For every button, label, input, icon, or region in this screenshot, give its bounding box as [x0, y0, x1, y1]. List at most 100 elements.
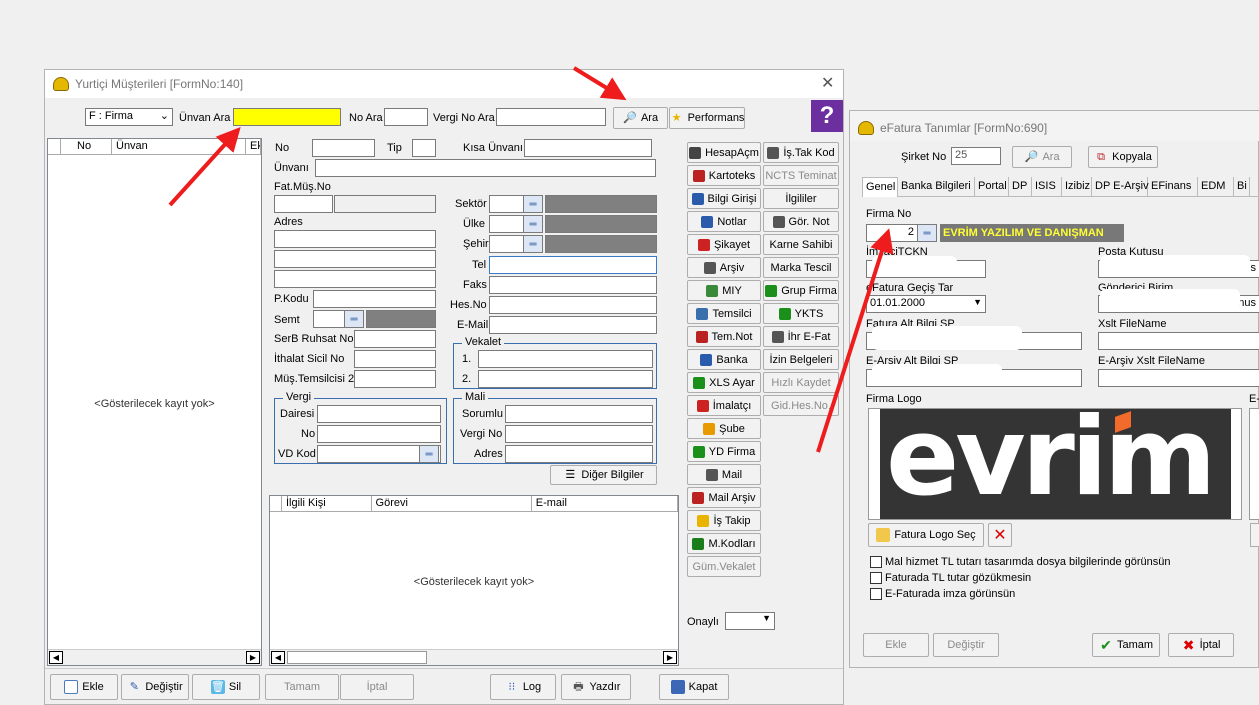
- side-button-14[interactable]: Mail: [687, 464, 761, 485]
- tab-3[interactable]: DP: [1009, 177, 1032, 197]
- faks-field[interactable]: [489, 276, 657, 294]
- side-button-right-5[interactable]: Marka Tescil: [763, 257, 839, 278]
- serb-field[interactable]: [354, 330, 436, 348]
- email-field[interactable]: [489, 316, 657, 334]
- side-button-3[interactable]: Notlar: [687, 211, 761, 232]
- tab-5[interactable]: Izibiz: [1062, 177, 1092, 197]
- side-button-right-10[interactable]: Hızlı Kaydet: [763, 372, 839, 393]
- gecis-date-field[interactable]: 01.01.2000 ▼: [866, 295, 986, 313]
- fat-mus-no-field[interactable]: [274, 195, 333, 213]
- side-button-11[interactable]: İmalatçı: [687, 395, 761, 416]
- ekle-button-2[interactable]: Ekle: [863, 633, 929, 657]
- side-button-8[interactable]: Tem.Not: [687, 326, 761, 347]
- tab-2[interactable]: Portal: [975, 177, 1009, 197]
- mali-vergi-no-field[interactable]: [505, 425, 653, 443]
- side-button-right-9[interactable]: İzin Belgeleri: [763, 349, 839, 370]
- col-no[interactable]: No: [61, 139, 112, 154]
- tamam-button[interactable]: Tamam: [265, 674, 339, 700]
- side-button-17[interactable]: M.Kodları: [687, 533, 761, 554]
- dairesi-field[interactable]: [317, 405, 441, 423]
- adres-line-1[interactable]: [274, 230, 436, 248]
- ara-button-2[interactable]: 🔎 Ara: [1012, 146, 1072, 168]
- side-button-right-0[interactable]: İş.Tak Kod: [763, 142, 839, 163]
- tamam-button-2[interactable]: ✔ Tamam: [1092, 633, 1160, 657]
- adres-line-3[interactable]: [274, 270, 436, 288]
- side-button-9[interactable]: Banka: [687, 349, 761, 370]
- adres-line-2[interactable]: [274, 250, 436, 268]
- side-button-15[interactable]: Mail Arşiv: [687, 487, 761, 508]
- checkbox-mal-hizmet[interactable]: [870, 556, 882, 568]
- kopyala-button[interactable]: ⧉ Kopyala: [1088, 146, 1158, 168]
- kisa-unvani-field[interactable]: [524, 139, 652, 157]
- col-ek[interactable]: Ek: [246, 139, 261, 154]
- firma-no-field[interactable]: 2: [866, 224, 918, 242]
- tab-7[interactable]: EFinans: [1148, 177, 1198, 197]
- side-button-1[interactable]: Kartoteks: [687, 165, 761, 186]
- customer-list-grid[interactable]: No Ünvan Ek <Gösterilecek kayıt yok> ◀ ▶: [47, 138, 262, 666]
- firma-no-lookup-icon[interactable]: ═: [917, 224, 937, 242]
- unvan-ara-input[interactable]: [233, 108, 341, 126]
- scroll-left-icon[interactable]: ◀: [49, 651, 63, 664]
- sehir-lookup-icon[interactable]: ═: [523, 235, 543, 253]
- help-icon[interactable]: ?: [811, 100, 843, 132]
- filter-select[interactable]: F : Firma ⌄: [85, 108, 173, 126]
- logo-clear-button[interactable]: ✕: [988, 523, 1012, 547]
- scroll-thumb[interactable]: [287, 651, 427, 664]
- side-button-10[interactable]: XLS Ayar: [687, 372, 761, 393]
- ulke-field[interactable]: [489, 215, 527, 233]
- xslt-field[interactable]: [1098, 332, 1259, 350]
- no-field[interactable]: [312, 139, 375, 157]
- earsiv-xslt-field[interactable]: [1098, 369, 1259, 387]
- mali-adres-field[interactable]: [505, 445, 653, 463]
- side-button-right-11[interactable]: Gid.Hes.No.: [763, 395, 839, 416]
- tab-0[interactable]: Genel: [862, 177, 898, 197]
- side-button-right-6[interactable]: Grup Firma: [763, 280, 839, 301]
- vekalet-2-field[interactable]: [478, 370, 653, 388]
- col-gorevi[interactable]: Görevi: [372, 496, 532, 511]
- tab-8[interactable]: EDM: [1198, 177, 1234, 197]
- side-button-6[interactable]: MIY: [687, 280, 761, 301]
- side-button-12[interactable]: Şube: [687, 418, 761, 439]
- degistir-button-2[interactable]: Değiştir: [933, 633, 999, 657]
- side-button-4[interactable]: Şikayet: [687, 234, 761, 255]
- kapat-button[interactable]: Kapat: [659, 674, 729, 700]
- tab-1[interactable]: Banka Bilgileri: [898, 177, 975, 197]
- side-button-13[interactable]: YD Firma: [687, 441, 761, 462]
- tip-field[interactable]: [412, 139, 436, 157]
- onayli-select[interactable]: ▼: [725, 612, 775, 630]
- unvani-field[interactable]: [315, 159, 656, 177]
- hes-no-field[interactable]: [489, 296, 657, 314]
- col-ilgili-kisi[interactable]: İlgili Kişi: [282, 496, 372, 511]
- yazdir-button[interactable]: 🖶 Yazdır: [561, 674, 631, 700]
- side-button-right-1[interactable]: NCTS Teminat: [763, 165, 839, 186]
- horizontal-scrollbar[interactable]: ◀ ▶: [48, 649, 261, 665]
- pkodu-field[interactable]: [313, 290, 436, 308]
- vekalet-1-field[interactable]: [478, 350, 653, 368]
- sektor-lookup-icon[interactable]: ═: [523, 195, 543, 213]
- scroll-right-icon[interactable]: ▶: [663, 651, 677, 664]
- iptal-button-2[interactable]: ✖ İptal: [1168, 633, 1234, 657]
- close-icon[interactable]: ✕: [821, 73, 834, 93]
- side-button-2[interactable]: Bilgi Girişi: [687, 188, 761, 209]
- sehir-field[interactable]: [489, 235, 527, 253]
- side-button-right-3[interactable]: Gör. Not: [763, 211, 839, 232]
- no-ara-input[interactable]: [384, 108, 428, 126]
- col-email[interactable]: E-mail: [532, 496, 678, 511]
- side-button-right-7[interactable]: YKTS: [763, 303, 839, 324]
- col-unvan[interactable]: Ünvan: [112, 139, 246, 154]
- vergi-no-ara-input[interactable]: [496, 108, 606, 126]
- sektor-field[interactable]: [489, 195, 527, 213]
- checkbox-tl-tutar[interactable]: [870, 572, 882, 584]
- tab-6[interactable]: DP E-Arşiv: [1092, 177, 1149, 197]
- scroll-right-icon[interactable]: ▶: [246, 651, 260, 664]
- iptal-button[interactable]: İptal: [340, 674, 414, 700]
- ekle-button[interactable]: Ekle: [50, 674, 118, 700]
- side-button-18[interactable]: Güm.Vekalet: [687, 556, 761, 577]
- semt-lookup-icon[interactable]: ═: [344, 310, 364, 328]
- checkbox-imza[interactable]: [870, 588, 882, 600]
- vd-kod-lookup-icon[interactable]: ═: [419, 445, 439, 463]
- side-button-0[interactable]: HesapAçm: [687, 142, 761, 163]
- tel-field[interactable]: [489, 256, 657, 274]
- ara-button[interactable]: 🔎 Ara: [613, 107, 668, 129]
- side-button-16[interactable]: İş Takip: [687, 510, 761, 531]
